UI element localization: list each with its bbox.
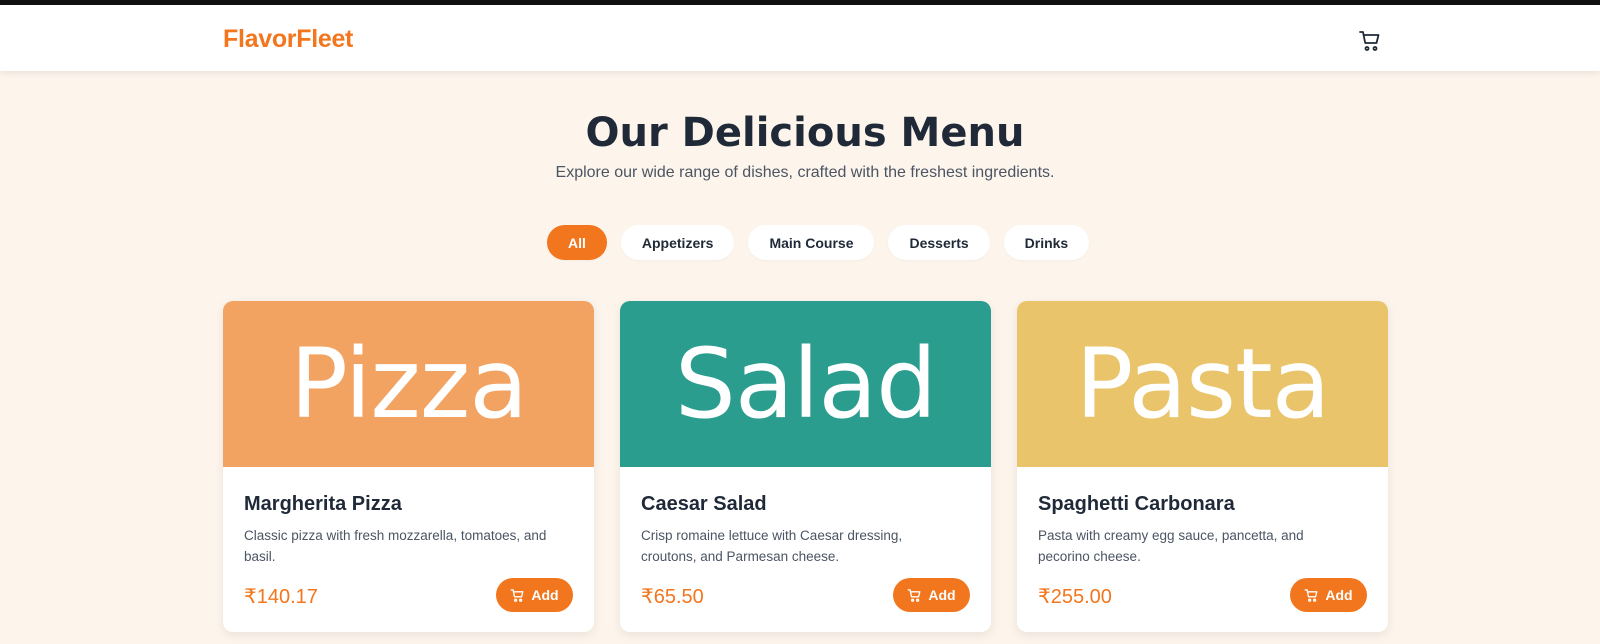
add-to-cart-button[interactable]: Add: [1290, 578, 1367, 612]
dish-price: ₹140.17: [244, 586, 318, 608]
cart-icon: [1359, 31, 1380, 51]
menu-card-caesar-salad: Salad Caesar Salad Crisp romaine lettuce…: [620, 301, 991, 632]
dish-description: Crisp romaine lettuce with Caesar dressi…: [641, 528, 903, 564]
dish-image: Pizza: [223, 301, 594, 467]
brand-logo[interactable]: FlavorFleet: [223, 25, 353, 54]
cart-icon: [510, 588, 524, 602]
cart-icon: [1304, 588, 1318, 602]
add-button-label: Add: [928, 587, 956, 603]
cart-icon: [907, 588, 921, 602]
cart-button[interactable]: [1356, 27, 1384, 55]
dish-price: ₹65.50: [641, 586, 704, 608]
filter-all[interactable]: All: [547, 225, 607, 260]
card-body: Margherita Pizza Classic pizza with fres…: [223, 467, 594, 632]
filter-desserts[interactable]: Desserts: [888, 225, 990, 260]
page-title: Our Delicious Menu: [585, 110, 1025, 156]
page-subtitle: Explore our wide range of dishes, crafte…: [555, 164, 1055, 181]
dish-name: Spaghetti Carbonara: [1038, 493, 1235, 515]
menu-card-margherita-pizza: Pizza Margherita Pizza Classic pizza wit…: [223, 301, 594, 632]
dish-description: Pasta with creamy egg sauce, pancetta, a…: [1038, 528, 1304, 564]
menu-card-spaghetti-carbonara: Pasta Spaghetti Carbonara Pasta with cre…: [1017, 301, 1388, 632]
add-to-cart-button[interactable]: Add: [496, 578, 573, 612]
filter-appetizers[interactable]: Appetizers: [620, 225, 735, 260]
filter-drinks[interactable]: Drinks: [1003, 225, 1090, 260]
dish-description: Classic pizza with fresh mozzarella, tom…: [244, 528, 547, 564]
add-button-label: Add: [531, 587, 559, 603]
category-filters: All Appetizers Main Course Desserts Drin…: [547, 225, 1090, 260]
filter-main-course[interactable]: Main Course: [748, 225, 875, 260]
dish-image: Pasta: [1017, 301, 1388, 467]
dish-name: Margherita Pizza: [244, 493, 402, 515]
dish-image: Salad: [620, 301, 991, 467]
add-button-label: Add: [1325, 587, 1353, 603]
dish-name: Caesar Salad: [641, 493, 767, 515]
card-body: Caesar Salad Crisp romaine lettuce with …: [620, 467, 991, 632]
card-body: Spaghetti Carbonara Pasta with creamy eg…: [1017, 467, 1388, 632]
dish-price: ₹255.00: [1038, 586, 1112, 608]
add-to-cart-button[interactable]: Add: [893, 578, 970, 612]
site-header: FlavorFleet: [0, 5, 1600, 71]
